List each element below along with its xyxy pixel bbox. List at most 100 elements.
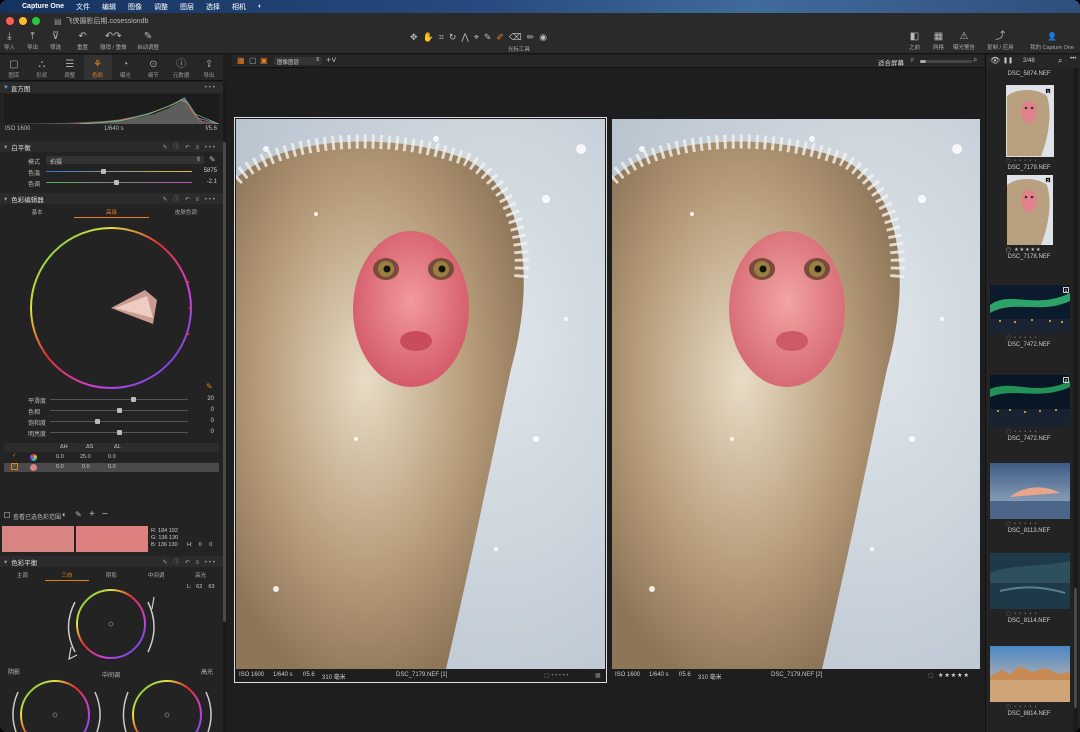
add-layer-icon[interactable]: +˅ (326, 55, 337, 65)
wb-picker-icon[interactable]: ✎ (209, 155, 216, 164)
wb-temp-knob[interactable] (101, 169, 106, 174)
thumbnail-image[interactable] (989, 646, 1071, 702)
three-way-color-wheels[interactable] (0, 677, 223, 732)
tab-master[interactable]: 主调 (0, 571, 45, 581)
wb-tint-knob[interactable] (114, 180, 119, 185)
menu-image[interactable]: 图像 (122, 2, 148, 12)
primary-photo[interactable] (236, 119, 605, 669)
picker-tool-icon[interactable]: ⌖ (474, 32, 479, 43)
crop-tool-icon[interactable]: ⌗ (439, 32, 444, 43)
tab-exposure[interactable]: ◔ 曝光 (112, 55, 140, 80)
histogram-header[interactable]: ♥ 直方图 ••• (0, 82, 223, 93)
white-balance-header[interactable]: ▾ 白平衡 ✎ ⓘ ↶ ≡ ••• (0, 141, 223, 152)
table-row[interactable]: ✓ 0.0 25.0 0.0 (4, 453, 219, 462)
export-button[interactable]: ⤒ 导出 (27, 31, 38, 51)
wb-mode-select[interactable]: 拍摄 ⇕ (46, 156, 204, 166)
filmstrip-scroll-thumb[interactable] (1074, 588, 1077, 708)
color-editor-header[interactable]: ▾ 色彩编辑器 ✎ ⓘ ↶ ≡ ••• (0, 193, 223, 204)
eye-icon[interactable]: 👁 (990, 56, 1000, 65)
thumbnail-rating[interactable]: ▢ • • • • • (1006, 158, 1037, 164)
color-wheel[interactable] (25, 222, 197, 394)
thumbnail-image[interactable] (1006, 85, 1054, 157)
color-balance-header[interactable]: ▾ 色彩平衡 ✎ ⓘ ↶ ≡ ••• (0, 556, 223, 567)
my-capture-one-button[interactable]: 👤 我的 Capture One (1030, 31, 1074, 51)
fit-screen-label[interactable]: 适合屏幕 (878, 57, 904, 67)
tool-panel-scroll-thumb[interactable] (223, 142, 226, 622)
zoom-in-icon[interactable]: ⌕ (973, 55, 977, 65)
single-view-icon[interactable]: ▢ (249, 56, 257, 65)
import-button[interactable]: ⤓ 导入 (4, 31, 15, 51)
close-window-button[interactable] (6, 17, 14, 25)
hand-tool-icon[interactable]: ✋ (423, 32, 434, 43)
exposure-warning-button[interactable]: ⚠ 曝光警告 (953, 31, 975, 51)
tab-shadow[interactable]: 阴影 (89, 571, 134, 581)
tab-advanced[interactable]: 高级 (74, 208, 149, 218)
brush-tool-icon[interactable]: ✎ (484, 32, 492, 43)
reset-button[interactable]: ↶ 重置 (77, 31, 88, 51)
check-icon[interactable]: ✓ (12, 453, 17, 459)
filmstrip-item[interactable]: 1 ▢ • • • • • DSC_7472.NEF (986, 285, 1072, 355)
filmstrip-item[interactable]: ▢ • • • • • DSC_8114.NEF (986, 553, 1072, 631)
hue-value[interactable]: 0 (188, 407, 214, 413)
saturation-knob[interactable] (94, 419, 100, 424)
undo-redo-button[interactable]: ↶↷ 撤销 / 重做 (100, 31, 127, 51)
filmstrip-scrollbar[interactable] (1073, 68, 1078, 732)
wb-tint-value[interactable]: -2.1 (191, 179, 217, 185)
wb-temp-slider[interactable] (46, 169, 192, 174)
grid-button[interactable]: ▦ 网格 (933, 31, 944, 51)
tab-details[interactable]: ⊙ 细节 (139, 55, 167, 80)
eraser-tool-icon[interactable]: ⌫ (509, 32, 522, 43)
mask-icon[interactable]: ◐ (62, 510, 67, 519)
menu-adjust[interactable]: 调整 (148, 2, 174, 12)
thumbnail-image[interactable] (989, 375, 1071, 427)
tab-basic[interactable]: 基本 (0, 208, 74, 218)
rotate-tool-icon[interactable]: ↻ (449, 32, 457, 43)
copy-apply-button[interactable]: ⤴ 复制 / 应用 (987, 31, 1014, 51)
menu-extra-icon[interactable]: ◐ (252, 3, 268, 10)
add-range-icon[interactable]: + (89, 509, 95, 520)
filmstrip-item[interactable]: 2 ▢ ★★★★★ DSC_7178.NEF (986, 175, 1072, 267)
smoothness-slider[interactable] (50, 397, 188, 402)
secondary-rating[interactable]: ★★★★★ (938, 672, 970, 679)
picker-icon[interactable]: ✎ (75, 510, 82, 519)
minimize-window-button[interactable] (19, 17, 27, 25)
tab-metadata[interactable]: ⓘ 元数据 (167, 55, 195, 80)
saturation-value[interactable]: 0 (188, 418, 214, 424)
filmstrip-item[interactable]: ▢ • • • • • DSC_8113.NEF (986, 463, 1072, 541)
checkbox-icon[interactable]: ✓ (11, 463, 18, 470)
tab-shape[interactable]: ⛬ 形状 (28, 55, 56, 80)
gradient-tool-icon[interactable]: ✏ (527, 32, 535, 43)
pan-tool-icon[interactable]: ✥ (410, 32, 418, 43)
layer-select[interactable]: 图像图层 ⇕ (274, 57, 322, 66)
saturation-slider[interactable] (50, 419, 188, 424)
search-icon[interactable]: ⌕ (1058, 56, 1062, 66)
lightness-knob[interactable] (117, 430, 122, 435)
menu-select[interactable]: 选择 (200, 2, 226, 12)
secondary-photo[interactable] (612, 119, 980, 669)
thumbnail-rating[interactable]: ▢ • • • • • (1006, 611, 1037, 617)
view-range-checkbox[interactable] (4, 512, 10, 518)
tab-highlight[interactable]: 高光 (178, 571, 223, 581)
menu-file[interactable]: 文件 (70, 2, 96, 12)
smoothness-knob[interactable] (130, 397, 136, 402)
primary-rating[interactable]: ▢ • • • • • (544, 672, 569, 679)
color-editor-tools-icon[interactable]: ✎ ⓘ ↶ ≡ ••• (162, 194, 217, 203)
annotate-tool-icon[interactable]: ◉ (539, 32, 547, 43)
tab-3-way[interactable]: 三向 (44, 571, 90, 581)
primary-info-icon[interactable]: ▦ (595, 672, 601, 679)
grid-view-icon[interactable]: ▦ (237, 56, 245, 65)
histogram-menu-icon[interactable]: ••• (205, 85, 217, 91)
hue-knob[interactable] (117, 408, 122, 413)
filmstrip-item[interactable]: ▢ • • • • • DSC_8814.NEF (986, 646, 1072, 724)
filmstrip-item[interactable]: 1 ▢ • • • • • DSC_7179.NEF (986, 85, 1072, 178)
thumbnail-rating[interactable]: ▢ • • • • • (1006, 429, 1037, 435)
white-balance-tools-icon[interactable]: ✎ ⓘ ↶ ≡ ••• (162, 142, 217, 151)
table-row[interactable]: ✓ 0.0 0.0 0.0 (4, 463, 219, 472)
hue-slider[interactable] (50, 408, 188, 413)
before-button[interactable]: ◧ 之前 (909, 31, 920, 51)
menu-camera[interactable]: 相机 (226, 2, 252, 12)
thumbnail-rating[interactable]: ▢ • • • • • (1006, 521, 1037, 527)
zoom-out-icon[interactable]: ⌕ (910, 55, 914, 65)
tab-library[interactable]: ▢ 图库 (0, 55, 28, 80)
zoom-slider[interactable] (920, 60, 972, 63)
